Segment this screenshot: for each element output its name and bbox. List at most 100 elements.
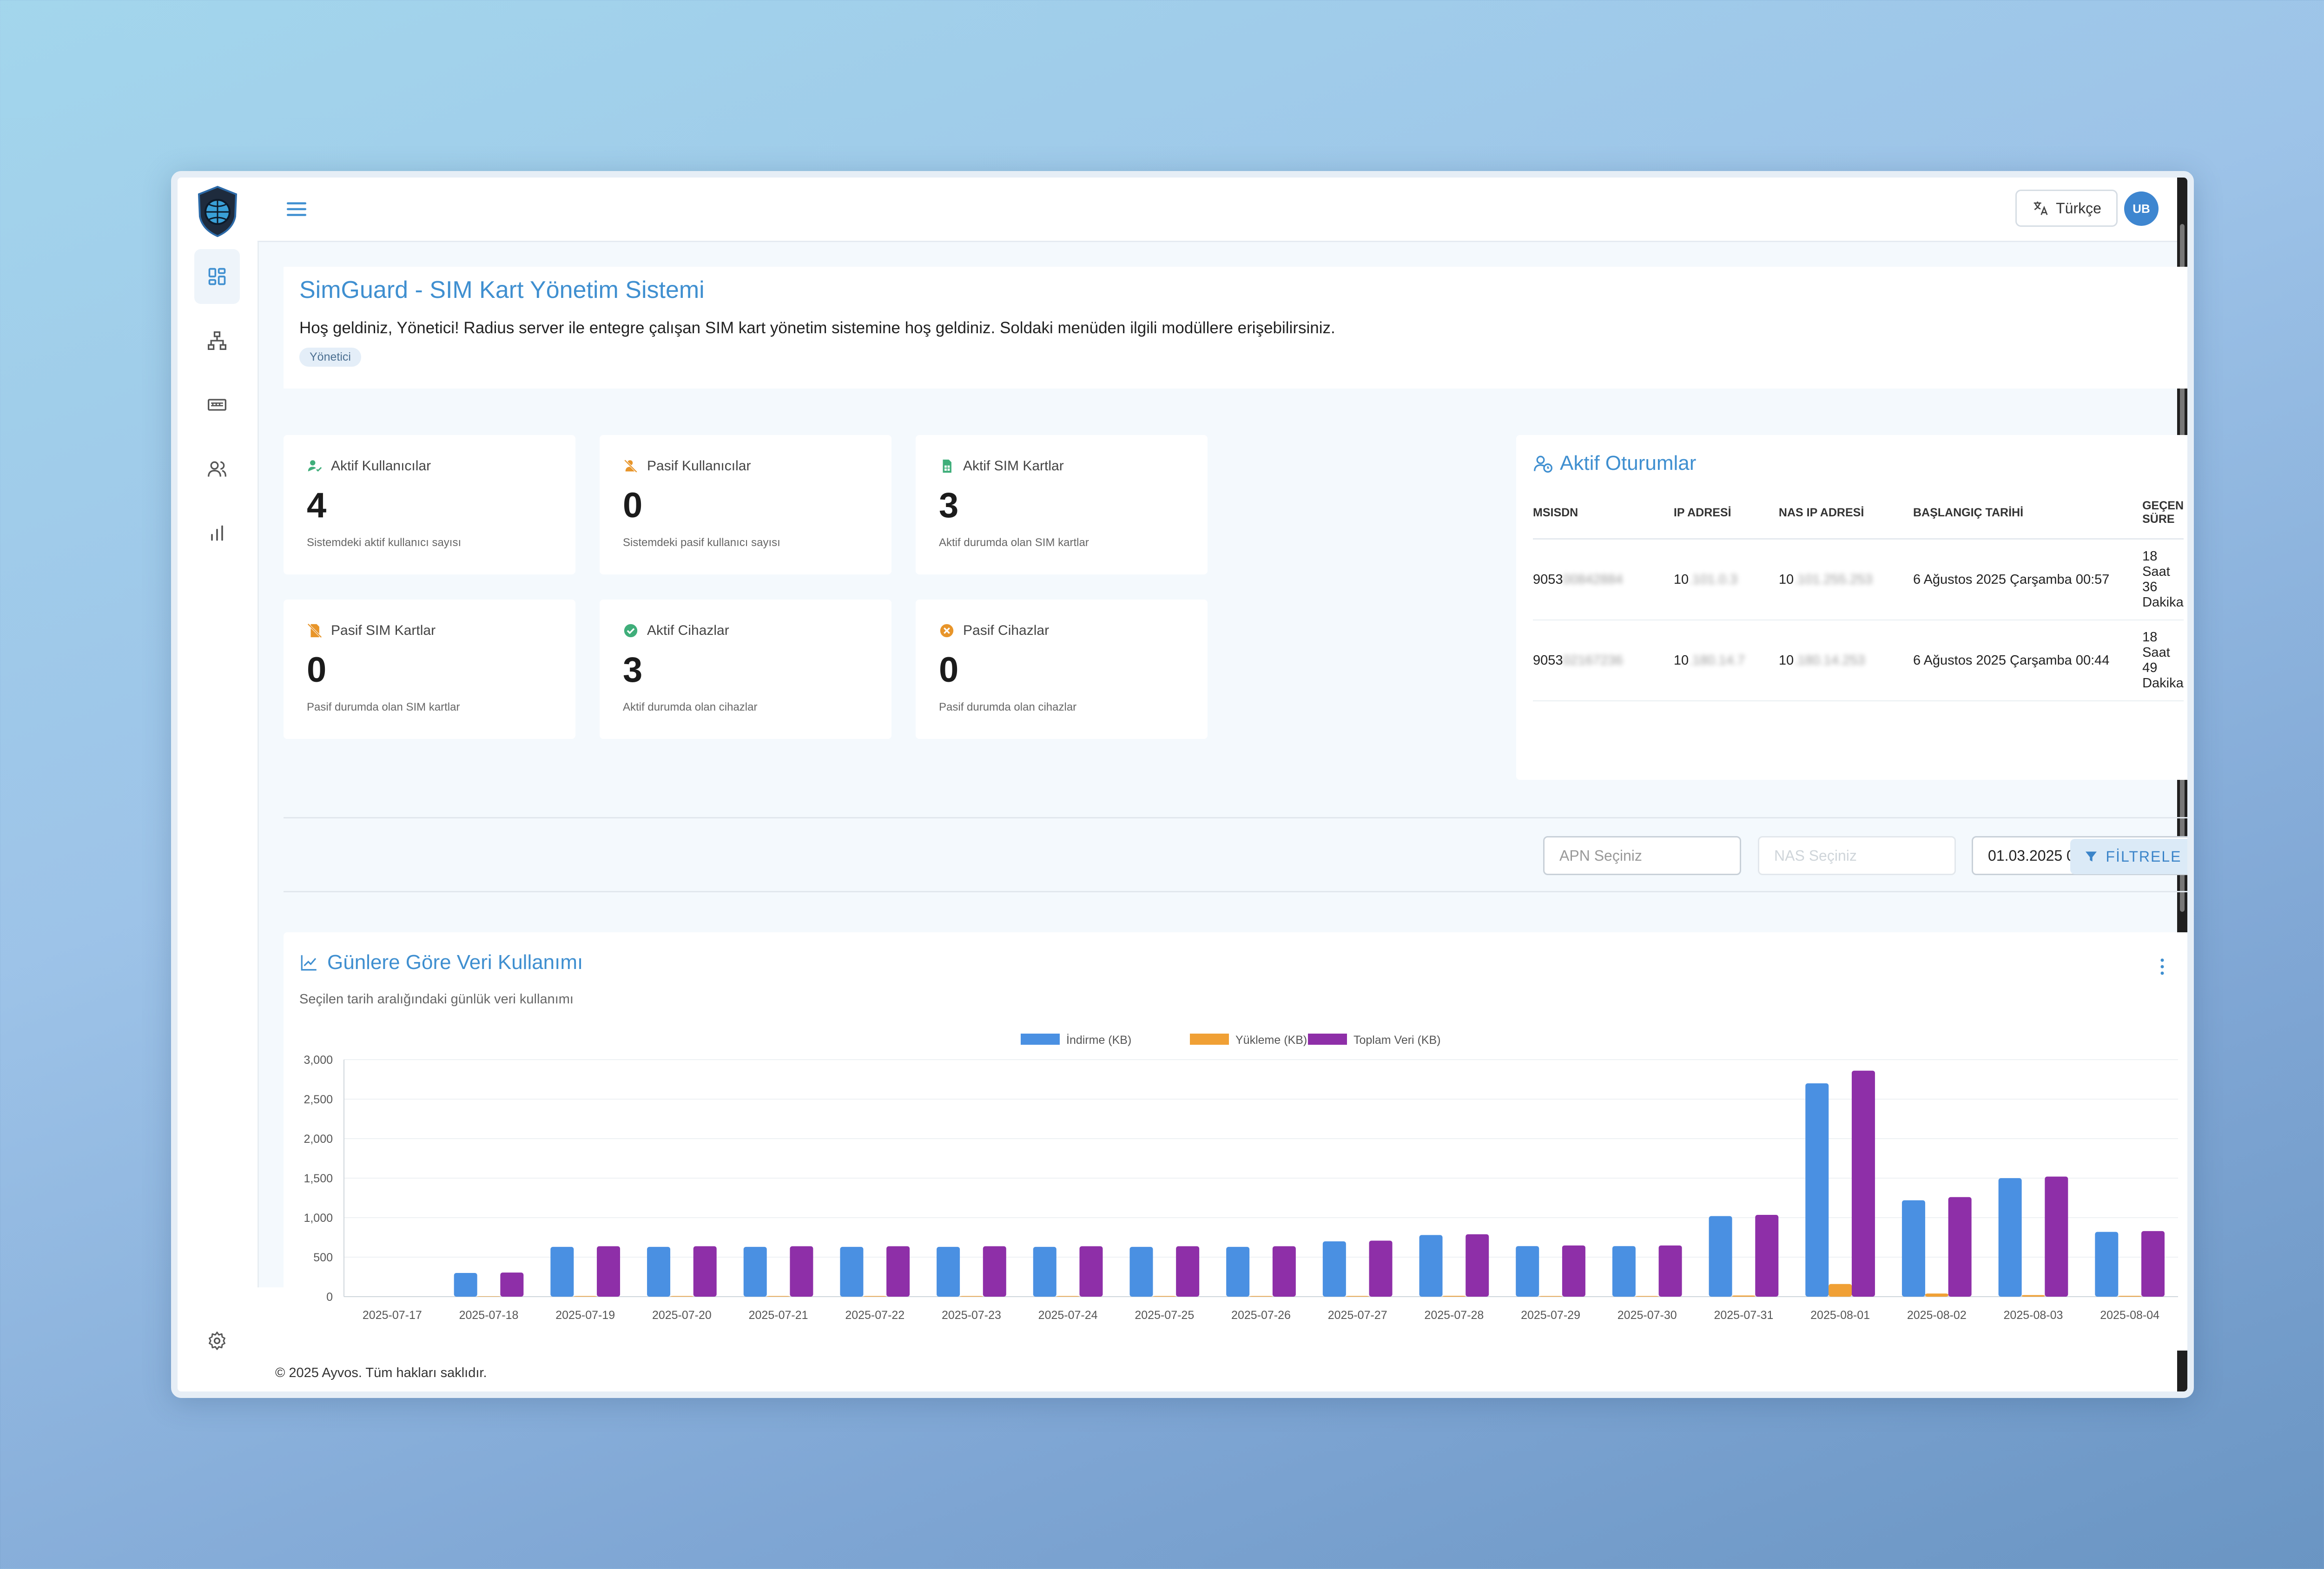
chart-bar[interactable] — [1226, 1246, 1250, 1297]
language-button[interactable]: Türkçe — [2015, 190, 2118, 227]
chart-bar[interactable] — [2045, 1176, 2068, 1297]
network-icon — [208, 331, 226, 350]
chart-bar[interactable] — [959, 1296, 983, 1297]
legend-swatch[interactable] — [1190, 1034, 1229, 1045]
chart-bar[interactable] — [1322, 1241, 1346, 1297]
x-tick-label: 2025-08-04 — [2100, 1309, 2159, 1322]
chart-bar[interactable] — [1612, 1246, 1636, 1297]
nav-sim-cards[interactable] — [194, 377, 240, 432]
sessions-column-header[interactable]: MSISDN — [1533, 494, 1674, 540]
nav-reports[interactable] — [194, 506, 240, 560]
chart-bar[interactable] — [1033, 1246, 1056, 1297]
stat-card: Pasif Cihazlar 0 Pasif durumda olan cihazl… — [916, 600, 1208, 739]
chart-bar[interactable] — [983, 1246, 1006, 1297]
chart-bar[interactable] — [550, 1246, 574, 1297]
x-tick-label: 2025-07-25 — [1135, 1309, 1194, 1322]
welcome-message: Hoş geldiniz, Yönetici! Radius server il… — [299, 319, 1335, 337]
chart-bar[interactable] — [1539, 1296, 1563, 1297]
chart-bar[interactable] — [477, 1296, 501, 1297]
chart-bar[interactable] — [1249, 1296, 1273, 1297]
sessions-column-header[interactable]: GEÇEN SÜRE — [2142, 494, 2184, 540]
chart-bar[interactable] — [1851, 1070, 1875, 1297]
legend-swatch[interactable] — [1021, 1034, 1060, 1045]
chart-bar[interactable] — [1346, 1296, 1369, 1297]
x-tick-label: 2025-07-23 — [942, 1309, 1001, 1322]
nas-placeholder: NAS Seçiniz — [1774, 847, 1857, 864]
chart-bar[interactable] — [693, 1246, 717, 1297]
chart-bar[interactable] — [1272, 1246, 1296, 1297]
session-row[interactable]: 905300842884 10.101.0.3 10.101.255.253 6 Ağ… — [1533, 539, 2184, 620]
chart-bar[interactable] — [500, 1272, 524, 1297]
nav-network[interactable] — [194, 313, 240, 368]
chart-bar[interactable] — [1829, 1284, 1852, 1297]
filter-button[interactable]: FİLTRELE — [2070, 839, 2187, 874]
session-row[interactable]: 905302167236 10.180.14.7 10.180.14.253 6 Ağ… — [1533, 620, 2184, 701]
stat-card-description: Aktif durumda olan cihazlar — [623, 701, 758, 713]
chart-bar[interactable] — [1755, 1215, 1779, 1297]
sessions-column-header[interactable]: IP ADRESİ — [1673, 494, 1779, 540]
sessions-column-header[interactable]: NAS IP ADRESİ — [1778, 494, 1913, 540]
sessions-column-header[interactable]: BAŞLANGIÇ TARİHİ — [1913, 494, 2143, 540]
chart-bar[interactable] — [1442, 1296, 1466, 1297]
chart-bar[interactable] — [1998, 1178, 2022, 1297]
chart-bar[interactable] — [1901, 1200, 1925, 1297]
chart-bar[interactable] — [790, 1246, 813, 1297]
chart-bar[interactable] — [886, 1246, 910, 1297]
chart-bar[interactable] — [1419, 1235, 1443, 1297]
chart-bar[interactable] — [1466, 1234, 1489, 1297]
menu-toggle-button[interactable] — [284, 196, 310, 222]
chart-bar[interactable] — [1056, 1296, 1080, 1297]
user-check-icon — [308, 460, 322, 472]
legend-swatch[interactable] — [1308, 1034, 1347, 1045]
stat-card: Pasif SIM Kartlar 0 Pasif durumda olan SIM… — [284, 600, 575, 739]
legend-label[interactable]: Toplam Veri (KB) — [1353, 1034, 1441, 1047]
chart-bar[interactable] — [1709, 1216, 1732, 1297]
chart-bar[interactable] — [574, 1296, 597, 1297]
user-avatar[interactable]: UB — [2124, 191, 2159, 226]
nas-select[interactable]: NAS Seçiniz — [1758, 836, 1956, 875]
chart-bar[interactable] — [647, 1246, 671, 1297]
legend-label[interactable]: Yükleme (KB) — [1235, 1034, 1307, 1047]
chart-bar[interactable] — [840, 1246, 864, 1297]
session-ip: 10.180.14.7 — [1673, 620, 1779, 701]
chart-bar[interactable] — [670, 1296, 693, 1297]
chart-bar[interactable] — [766, 1296, 790, 1297]
nav-users[interactable] — [194, 442, 240, 496]
browser-window: Türkçe UB SimGuard - SIM Kart Yönetim Si… — [171, 171, 2194, 1398]
chart-bar[interactable] — [1562, 1245, 1585, 1297]
chart-bar[interactable] — [1176, 1246, 1200, 1297]
chart-bar[interactable] — [2141, 1231, 2165, 1297]
chart-bar[interactable] — [863, 1296, 887, 1297]
x-tick-label: 2025-07-20 — [652, 1309, 712, 1322]
chart-bar[interactable] — [937, 1246, 960, 1297]
chart-bar[interactable] — [597, 1246, 621, 1297]
chart-bar[interactable] — [1153, 1296, 1176, 1297]
chart-bar[interactable] — [2118, 1296, 2142, 1297]
chart-bar[interactable] — [1079, 1246, 1103, 1297]
ip-masked: .180.14.7 — [1689, 653, 1745, 668]
msisdn-prefix: 9053 — [1533, 653, 1563, 668]
chart-bar[interactable] — [1732, 1295, 1756, 1297]
sim-card-icon — [208, 399, 226, 411]
chart-bar[interactable] — [2021, 1295, 2045, 1297]
session-nas-ip: 10.180.14.253 — [1778, 620, 1913, 701]
nav-settings[interactable] — [194, 1313, 240, 1368]
stat-card-label: Aktif Cihazlar — [647, 623, 729, 638]
chart-bar[interactable] — [1925, 1293, 1948, 1297]
session-start: 6 Ağustos 2025 Çarşamba 00:57 — [1913, 539, 2143, 620]
chart-bar[interactable] — [1948, 1197, 1972, 1297]
nav-dashboard[interactable] — [194, 249, 240, 304]
chart-bar[interactable] — [743, 1246, 767, 1297]
chart-bar[interactable] — [1516, 1246, 1539, 1297]
chart-bar[interactable] — [2095, 1232, 2119, 1297]
apn-select[interactable]: APN Seçiniz — [1543, 836, 1741, 875]
chart-bar[interactable] — [454, 1273, 477, 1297]
legend-label[interactable]: İndirme (KB) — [1066, 1033, 1131, 1047]
chart-bar[interactable] — [1369, 1240, 1393, 1297]
dashboard-icon — [208, 268, 226, 285]
chart-bar[interactable] — [1805, 1083, 1829, 1297]
chart-bar[interactable] — [1635, 1296, 1659, 1297]
chart-bar[interactable] — [1658, 1245, 1682, 1297]
chart-bar[interactable] — [1129, 1246, 1153, 1297]
y-tick-label: 1,500 — [304, 1172, 333, 1185]
